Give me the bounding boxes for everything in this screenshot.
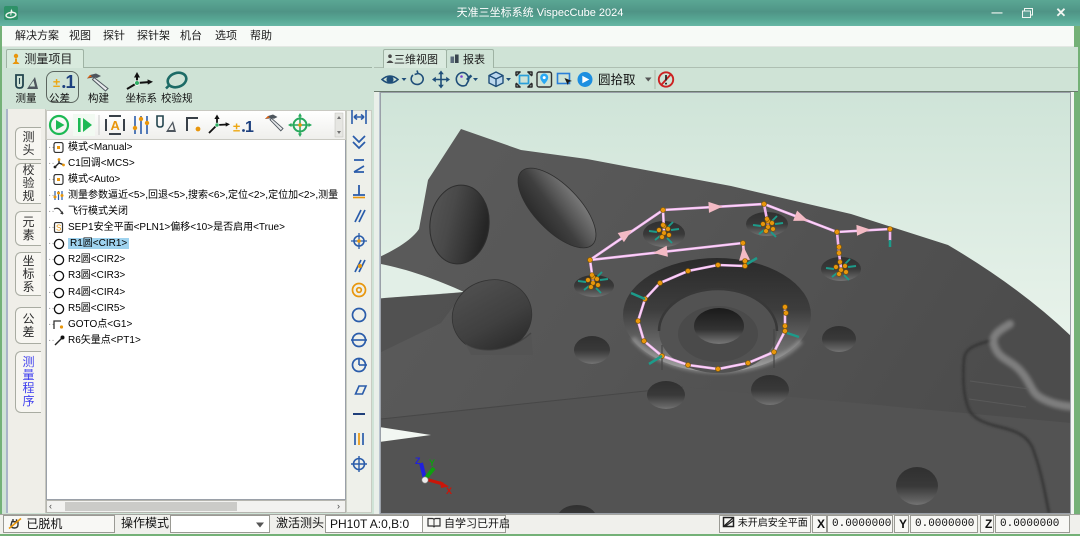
svg-text:圆拾取: 圆拾取: [598, 72, 636, 87]
svg-text:Y: Y: [429, 458, 435, 468]
svg-text:X: X: [446, 486, 452, 496]
svg-text:Z: Z: [415, 456, 421, 466]
